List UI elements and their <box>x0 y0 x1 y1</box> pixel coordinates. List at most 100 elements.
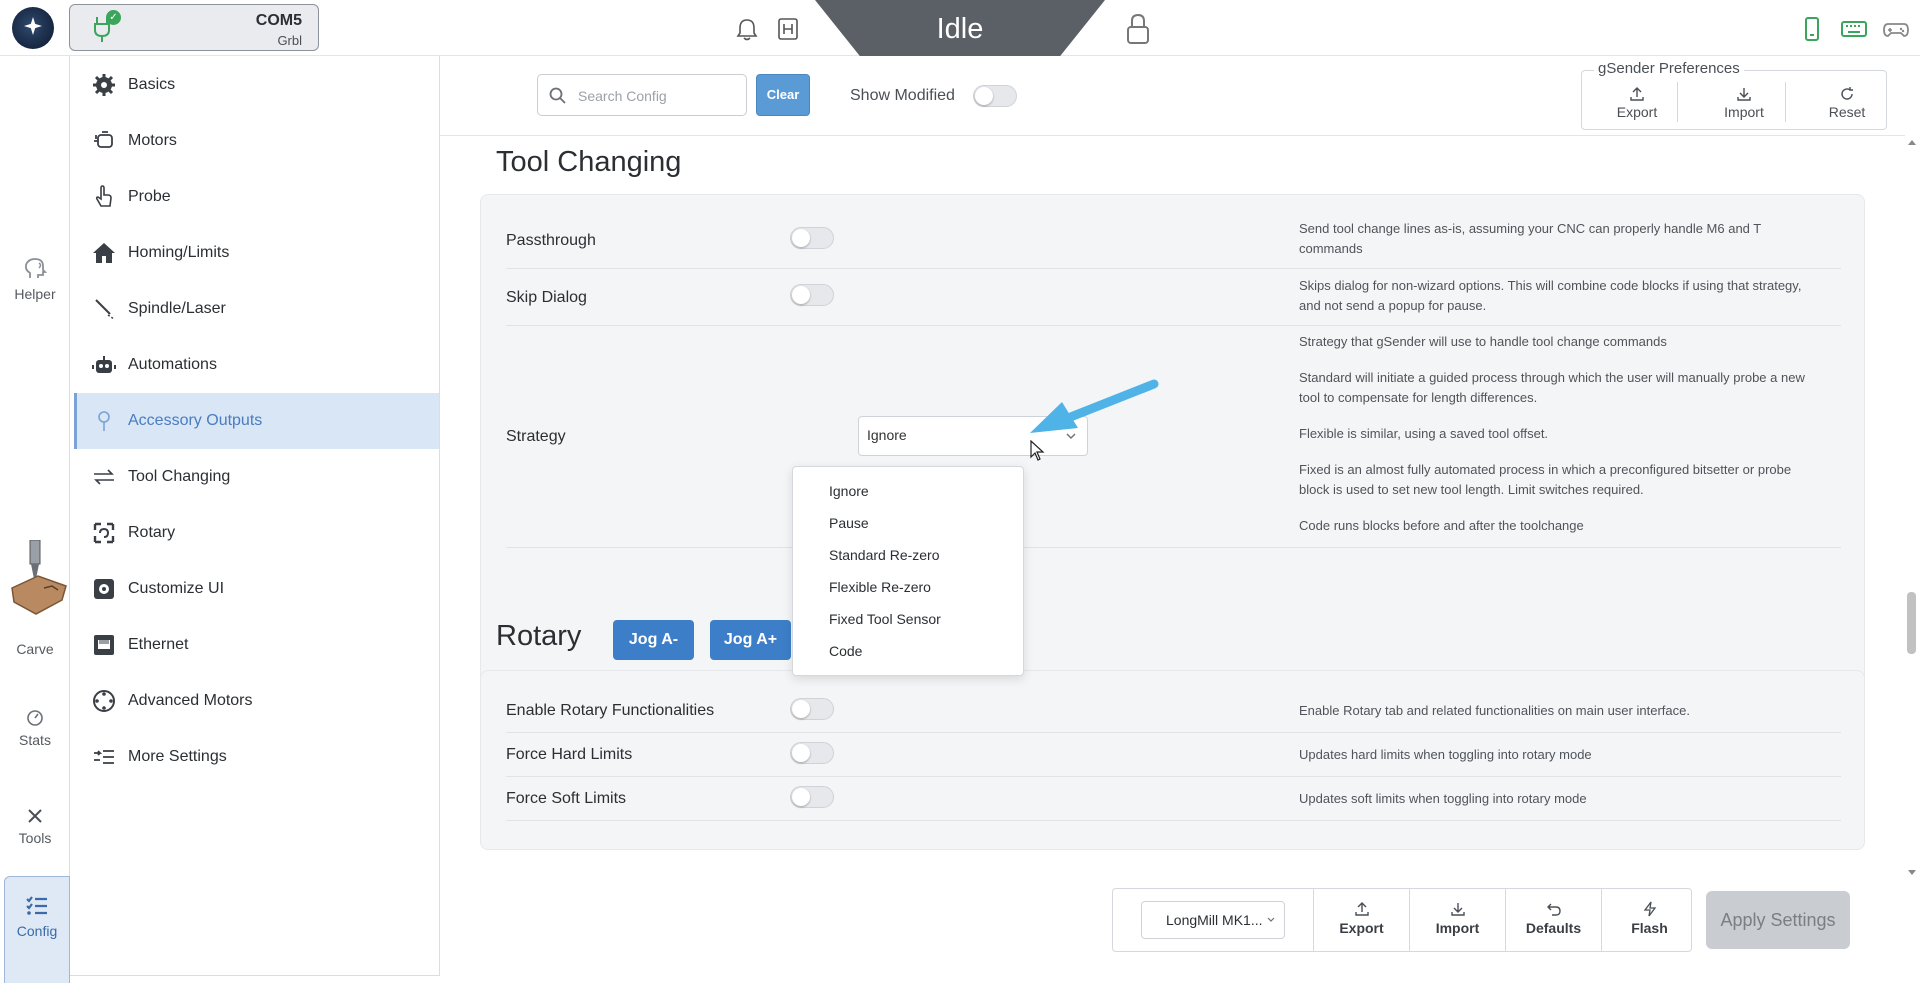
setting-row-force-soft-limits: Force Soft Limits Updates soft limits wh… <box>506 777 1841 821</box>
rail-item-helper[interactable]: Helper <box>0 256 70 302</box>
prefs-export-button[interactable]: Export <box>1597 86 1677 120</box>
section-title-rotary: Rotary <box>496 620 582 652</box>
search-icon <box>549 87 566 104</box>
skip-dialog-toggle[interactable] <box>790 284 834 306</box>
nav-item-automations[interactable]: Automations <box>70 337 439 393</box>
passthrough-toggle[interactable] <box>790 227 834 249</box>
settings-import-button[interactable]: Import <box>1409 889 1505 951</box>
content-scrollbar[interactable] <box>1903 136 1920 880</box>
scroll-thumb[interactable] <box>1907 592 1916 654</box>
strategy-option-code[interactable]: Code <box>793 635 1023 667</box>
setting-description: Send tool change lines as-is, assuming y… <box>1299 221 1761 256</box>
show-modified-toggle[interactable] <box>973 85 1017 107</box>
nav-item-basics[interactable]: Basics <box>70 57 439 113</box>
prefs-import-label: Import <box>1724 104 1764 120</box>
nav-item-motors[interactable]: Motors <box>70 113 439 169</box>
scroll-down-icon[interactable] <box>1908 870 1916 875</box>
strategy-desc-standard: Standard will initiate a guided process … <box>1299 370 1805 405</box>
lock-icon[interactable] <box>1124 12 1152 46</box>
apply-settings-button[interactable]: Apply Settings <box>1706 891 1850 949</box>
search-input[interactable] <box>578 85 738 107</box>
nav-item-tool-changing[interactable]: Tool Changing <box>70 449 439 505</box>
nav-item-accessory-outputs[interactable]: Accessory Outputs <box>74 393 439 449</box>
rail-label: Helper <box>14 286 56 302</box>
prefs-separator <box>1677 82 1678 122</box>
strategy-desc-fixed: Fixed is an almost fully automated proce… <box>1299 462 1792 497</box>
connection-port: COM5 <box>255 12 302 29</box>
gamepad-icon[interactable] <box>1882 15 1910 43</box>
customize-icon <box>94 579 114 599</box>
strategy-option-pause[interactable]: Pause <box>793 507 1023 539</box>
keyboard-icon[interactable] <box>1840 15 1868 43</box>
carve-icon[interactable] <box>8 540 68 622</box>
home-icon <box>93 243 115 263</box>
rail-item-config[interactable]: Config <box>4 876 70 983</box>
setting-label: Force Soft Limits <box>506 790 627 807</box>
setting-label: Passthrough <box>506 232 596 249</box>
rail-item-tools[interactable]: Tools <box>0 806 70 846</box>
nav-item-probe[interactable]: Probe <box>70 169 439 225</box>
spindle-icon <box>95 299 115 320</box>
search-config[interactable] <box>537 74 747 116</box>
macro-icon[interactable] <box>775 16 801 42</box>
rail-item-carve[interactable]: Carve <box>0 641 70 657</box>
jog-a-minus-button[interactable]: Jog A- <box>613 620 694 660</box>
defaults-button[interactable]: Defaults <box>1505 889 1601 951</box>
bell-icon[interactable] <box>734 16 760 42</box>
gsender-logo <box>12 7 54 49</box>
settings-export-button[interactable]: Export <box>1313 889 1409 951</box>
robot-icon <box>92 356 116 373</box>
flash-button[interactable]: Flash <box>1601 889 1697 951</box>
upload-icon <box>1630 87 1644 101</box>
force-hard-limits-toggle[interactable] <box>790 742 834 764</box>
nav-item-more-settings[interactable]: More Settings <box>70 729 439 785</box>
strategy-desc-flexible: Flexible is similar, using a saved tool … <box>1299 426 1549 441</box>
settings-import-label: Import <box>1435 920 1480 936</box>
machine-state: Idle <box>815 0 1105 58</box>
nav-item-advanced-motors[interactable]: Advanced Motors <box>70 673 439 729</box>
prefs-reset-button[interactable]: Reset <box>1807 86 1887 120</box>
list-arrow-icon <box>94 750 114 764</box>
scroll-up-icon[interactable] <box>1908 140 1916 145</box>
strategy-option-ignore[interactable]: Ignore <box>793 475 1023 507</box>
undo-icon <box>1546 903 1561 916</box>
rail-label: Config <box>16 923 58 939</box>
config-toolbar: Clear Show Modified gSender Preferences … <box>440 56 1905 136</box>
nav-item-spindle-laser[interactable]: Spindle/Laser <box>70 281 439 337</box>
nav-item-homing-limits[interactable]: Homing/Limits <box>70 225 439 281</box>
rotary-icon <box>93 522 115 544</box>
enable-rotary-toggle[interactable] <box>790 698 834 720</box>
show-modified-label: Show Modified <box>850 87 955 104</box>
probe-hand-icon <box>95 185 112 207</box>
setting-row-passthrough: Passthrough Send tool change lines as-is… <box>506 213 1841 269</box>
strategy-option-fixed-tool-sensor[interactable]: Fixed Tool Sensor <box>793 603 1023 635</box>
rail-item-stats[interactable]: Stats <box>0 708 70 748</box>
gear-icon <box>93 74 115 96</box>
nav-item-customize-ui[interactable]: Customize UI <box>70 561 439 617</box>
upload-icon <box>1354 902 1369 916</box>
rotary-card: Enable Rotary Functionalities Enable Rot… <box>480 670 1865 850</box>
prefs-reset-label: Reset <box>1828 104 1866 120</box>
annotation-arrow-icon <box>1030 379 1159 433</box>
nav-item-ethernet[interactable]: Ethernet <box>70 617 439 673</box>
nav-label: Probe <box>128 188 171 205</box>
force-soft-limits-toggle[interactable] <box>790 786 834 808</box>
strategy-desc-intro: Strategy that gSender will use to handle… <box>1299 334 1667 349</box>
swap-arrows-icon <box>94 469 114 485</box>
nav-item-rotary[interactable]: Rotary <box>70 505 439 561</box>
strategy-option-flexible-rezero[interactable]: Flexible Re-zero <box>793 571 1023 603</box>
prefs-import-button[interactable]: Import <box>1704 86 1784 120</box>
rail-label: Tools <box>18 830 52 846</box>
setting-row-strategy: Strategy Ignore Strategy that gSender wi… <box>506 326 1841 548</box>
strategy-option-standard-rezero[interactable]: Standard Re-zero <box>793 539 1023 571</box>
advanced-motors-icon <box>93 690 115 712</box>
download-icon <box>1450 903 1465 916</box>
mobile-connect-icon[interactable] <box>1798 15 1826 43</box>
machine-profile-select[interactable]: LongMill MK1... <box>1141 901 1285 939</box>
nav-label: Spindle/Laser <box>128 300 226 317</box>
connection-button[interactable]: ✓ COM5 Grbl <box>69 4 319 51</box>
clear-button[interactable]: Clear <box>756 74 810 116</box>
stats-icon <box>27 710 43 726</box>
connected-check-icon: ✓ <box>106 10 121 25</box>
jog-a-plus-button[interactable]: Jog A+ <box>710 620 791 660</box>
